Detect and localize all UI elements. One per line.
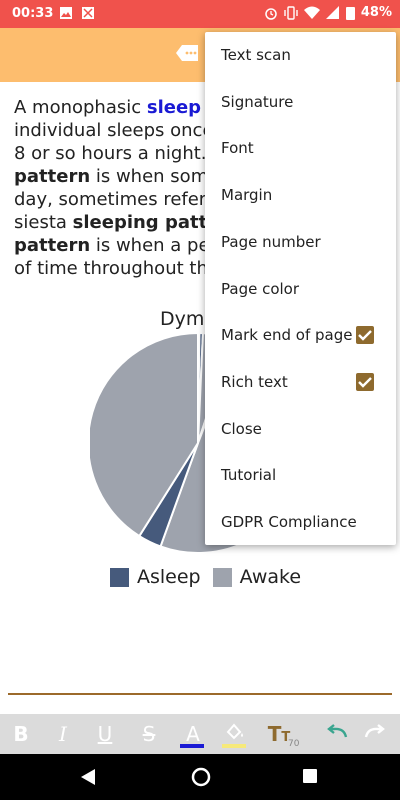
- text-run: A monophasic: [14, 97, 147, 118]
- italic-icon[interactable]: I: [48, 720, 78, 748]
- battery-percent: 48%: [360, 5, 392, 20]
- menu-item-close[interactable]: Close: [205, 406, 396, 452]
- battery-icon: [345, 6, 355, 20]
- text-run: pattern: [14, 235, 91, 256]
- menu-item-label: Page color: [221, 279, 300, 298]
- chart-legend: Asleep Awake: [110, 566, 313, 588]
- label-tag-icon[interactable]: [176, 44, 200, 62]
- menu-item-margin[interactable]: Margin: [205, 172, 396, 218]
- end-of-page-divider: [8, 693, 392, 695]
- menu-item-label: GDPR Compliance: [221, 513, 357, 531]
- status-bar: 00:33 48%: [0, 0, 400, 28]
- checkbox-checked-icon[interactable]: [356, 326, 374, 345]
- overflow-menu: Text scan Signature Font Margin Page number P…: [205, 32, 396, 545]
- font-size-icon[interactable]: TT 70: [264, 720, 300, 749]
- checkbox-checked-icon[interactable]: [356, 372, 374, 391]
- status-time: 00:33: [12, 6, 54, 21]
- menu-item-label: Signature: [221, 92, 294, 111]
- menu-item-label: Text scan: [221, 46, 291, 64]
- text-run: 8 or so hours a night. A: [14, 143, 225, 164]
- menu-item-page-number[interactable]: Page number: [205, 219, 396, 265]
- format-toolbar: B I U S A TT 70: [0, 714, 400, 754]
- menu-item-mark-end-of-page[interactable]: Mark end of page: [205, 312, 396, 358]
- image-icon: [60, 7, 72, 19]
- menu-item-rich-text[interactable]: Rich text: [205, 359, 396, 405]
- menu-item-label: Tutorial: [221, 466, 277, 485]
- text-run: individual sleeps once: [14, 120, 214, 141]
- menu-item-label: Margin: [221, 186, 273, 205]
- text-run: day, sometimes referre: [14, 189, 224, 210]
- text-run: of time throughout the: [14, 258, 219, 279]
- menu-item-font[interactable]: Font: [205, 125, 396, 171]
- menu-item-tutorial[interactable]: Tutorial: [205, 452, 396, 498]
- text-run: siesta: [14, 212, 73, 233]
- home-icon[interactable]: [190, 766, 212, 788]
- menu-item-text-scan[interactable]: Text scan: [205, 32, 396, 78]
- legend-label: Awake: [239, 566, 302, 588]
- highlight-icon[interactable]: [220, 720, 250, 748]
- legend-swatch: [110, 567, 129, 587]
- vibrate-icon: [284, 5, 298, 20]
- menu-item-label: Rich text: [221, 372, 288, 391]
- undo-icon[interactable]: [322, 720, 352, 748]
- text-color-icon[interactable]: A: [178, 720, 208, 748]
- signal-icon: [325, 5, 339, 19]
- strikethrough-icon[interactable]: S: [134, 720, 164, 748]
- underline-icon[interactable]: U: [90, 720, 120, 748]
- redo-icon[interactable]: [360, 720, 390, 748]
- menu-item-page-color[interactable]: Page color: [205, 266, 396, 312]
- wifi-icon: [303, 6, 320, 19]
- text-run: pattern: [14, 166, 91, 187]
- legend-item: Awake: [212, 566, 302, 588]
- bold-icon[interactable]: B: [6, 720, 36, 748]
- legend-label: Asleep: [137, 566, 201, 588]
- alarm-icon: [265, 7, 277, 20]
- back-icon[interactable]: [80, 768, 96, 786]
- recents-icon[interactable]: [302, 768, 318, 784]
- picture-off-icon: [82, 7, 94, 19]
- legend-swatch: [212, 567, 232, 587]
- menu-item-signature[interactable]: Signature: [205, 79, 396, 125]
- navigation-bar: [0, 754, 400, 800]
- menu-item-gdpr-compliance[interactable]: GDPR Compliance: [205, 499, 396, 545]
- menu-item-label: Page number: [221, 232, 321, 251]
- menu-item-label: Font: [221, 139, 254, 158]
- legend-item: Asleep: [110, 566, 201, 588]
- menu-item-label: Mark end of page: [221, 326, 353, 345]
- menu-item-label: Close: [221, 419, 262, 438]
